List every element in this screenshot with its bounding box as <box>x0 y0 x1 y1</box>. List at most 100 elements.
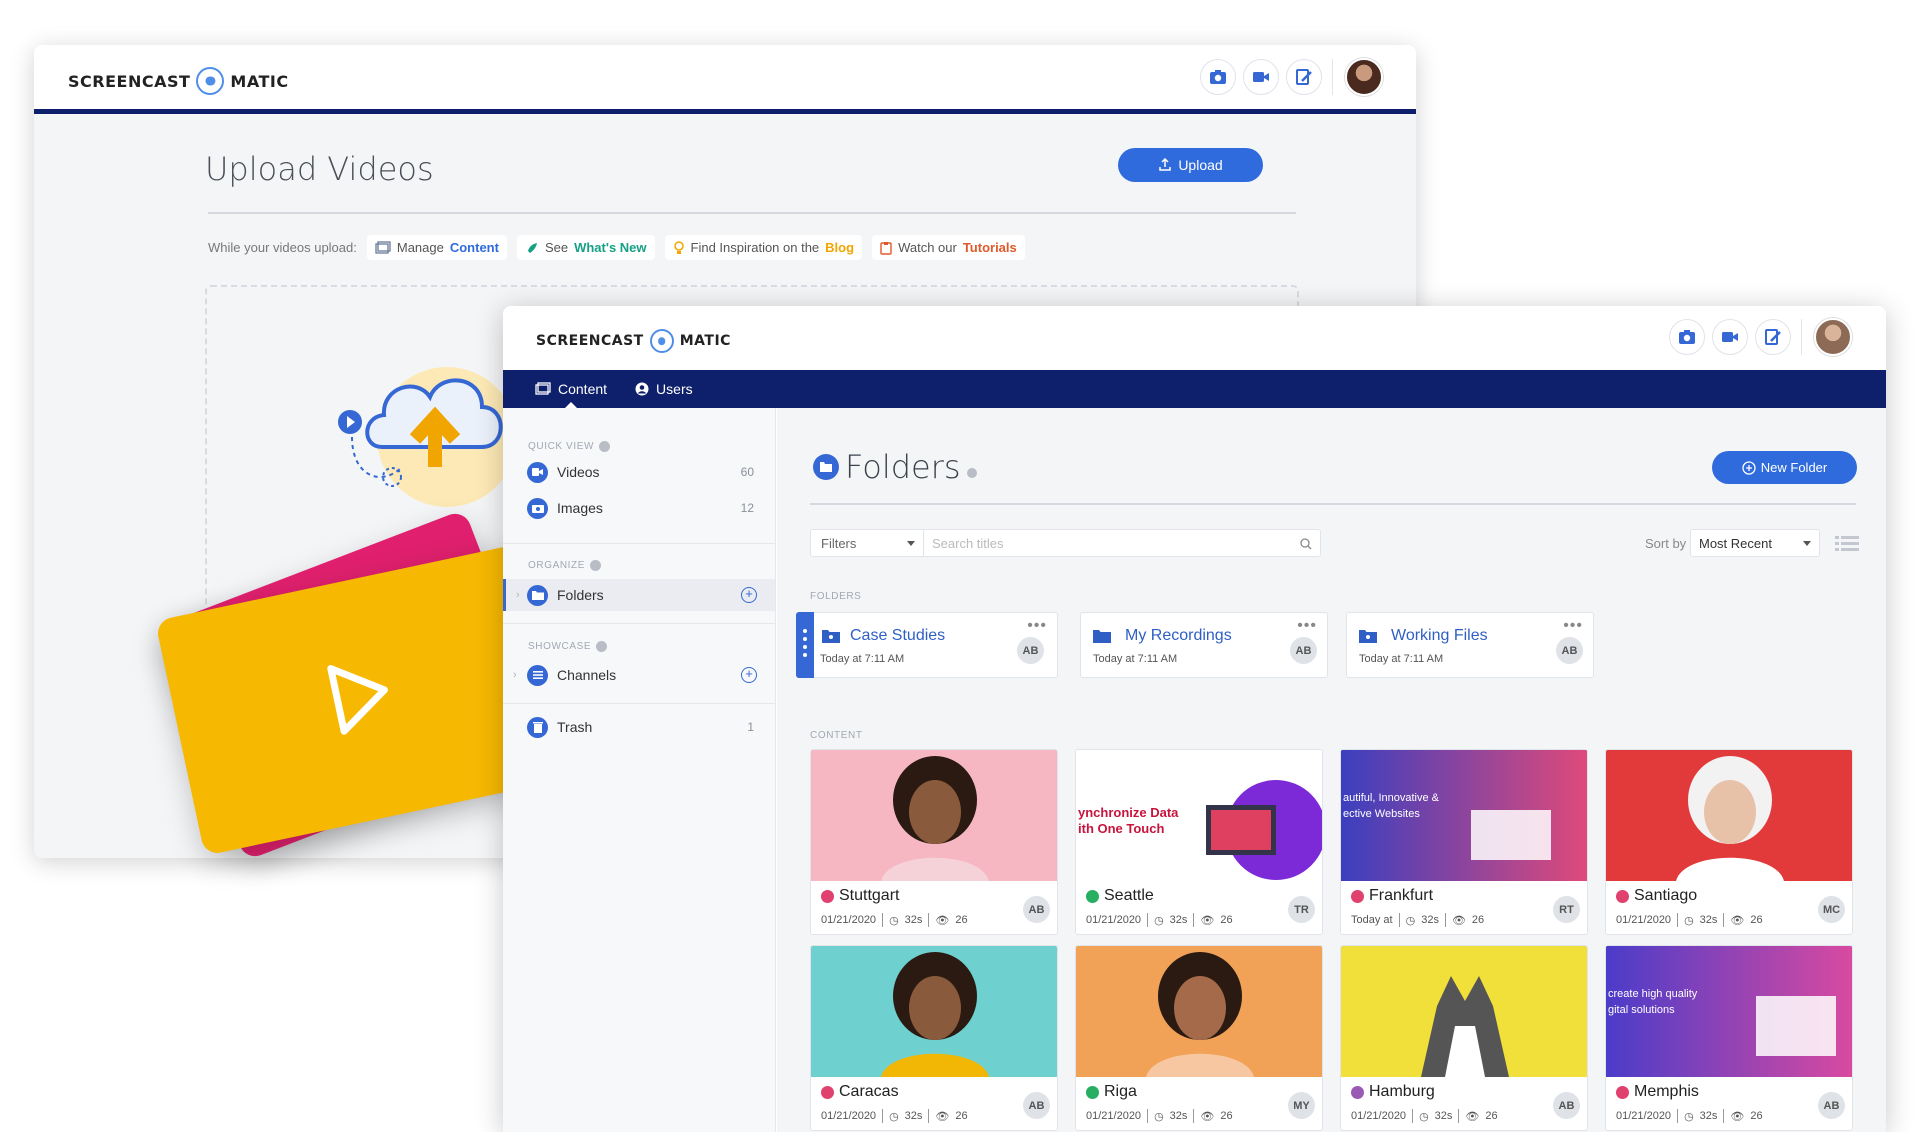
chevron-right-icon[interactable]: › <box>513 669 517 681</box>
edit-button[interactable] <box>1755 319 1791 355</box>
logo-text-right: MATIC <box>230 71 289 91</box>
media-card[interactable]: Caracas 01/21/2020 ◷ 32s 👁 26 AB <box>810 945 1058 1131</box>
list-view-icon[interactable] <box>1835 535 1859 553</box>
sidebar-divider <box>503 623 775 624</box>
heading-text: SHOWCASE <box>528 641 592 652</box>
media-duration: 32s <box>904 914 923 926</box>
sidebar-item-channels[interactable]: › Channels + <box>503 659 775 691</box>
media-title-row: Caracas <box>821 1083 899 1101</box>
tutorials-link[interactable]: Watch our Tutorials <box>872 235 1025 260</box>
info-icon[interactable] <box>590 560 602 571</box>
media-card[interactable]: Stuttgart 01/21/2020 ◷ 32s 👁 26 AB <box>810 749 1058 935</box>
filters-dropdown[interactable]: Filters <box>810 529 924 557</box>
media-thumbnail[interactable] <box>811 946 1057 1077</box>
front-logo[interactable]: SCREENCAST MATIC <box>536 329 731 353</box>
media-views: 26 <box>955 1110 968 1122</box>
topbar-divider <box>1801 319 1802 355</box>
info-icon[interactable] <box>596 641 608 652</box>
sidebar-item-label: Images <box>557 500 603 516</box>
record-button[interactable] <box>1243 59 1279 95</box>
media-card[interactable]: create high quality gital solutions Memphi… <box>1605 945 1853 1131</box>
sidebar-item-trash[interactable]: Trash 1 <box>503 711 775 743</box>
media-thumbnail[interactable]: autiful, Innovative & ective Websites <box>1341 750 1587 881</box>
blog-link[interactable]: Find Inspiration on the Blog <box>664 235 863 260</box>
user-avatar[interactable] <box>1345 58 1383 96</box>
media-views: 26 <box>1220 1110 1233 1122</box>
main-content: Folders New Folder Filters Search titles… <box>777 408 1886 1132</box>
media-title[interactable]: Stuttgart <box>839 887 899 905</box>
folder-card[interactable]: My Recordings Today at 7:11 AM ••• AB <box>1080 612 1328 678</box>
media-card[interactable]: Santiago 01/21/2020 ◷ 32s 👁 26 MC <box>1605 749 1853 935</box>
sort-dropdown[interactable]: Most Recent <box>1690 529 1820 557</box>
media-card[interactable]: autiful, Innovative & ective Websites Fran… <box>1340 749 1588 935</box>
meta-divider <box>1147 1109 1149 1123</box>
media-title-row: Frankfurt <box>1351 887 1433 905</box>
logo-dot-icon <box>196 67 225 95</box>
media-card[interactable]: ynchronize Data ith One Touch Seattle 01/21… <box>1075 749 1323 935</box>
media-title[interactable]: Seattle <box>1104 887 1154 905</box>
media-duration: 32s <box>904 1110 923 1122</box>
sidebar-heading-organize: ORGANIZE <box>528 560 602 571</box>
media-card[interactable]: Riga 01/21/2020 ◷ 32s 👁 26 MY <box>1075 945 1323 1131</box>
info-icon[interactable] <box>966 468 977 478</box>
folder-card[interactable]: Case Studies Today at 7:11 AM ••• AB <box>796 612 1058 678</box>
screenshot-button[interactable] <box>1200 59 1236 95</box>
folder-name: My Recordings <box>1125 627 1232 644</box>
media-title[interactable]: Memphis <box>1634 1083 1699 1101</box>
more-options-icon[interactable]: ••• <box>1027 617 1047 635</box>
sidebar-item-label: Folders <box>557 587 604 603</box>
info-icon[interactable] <box>599 441 611 452</box>
clock-icon: ◷ <box>1684 914 1694 927</box>
owner-badge: AB <box>1553 1092 1580 1119</box>
sidebar-item-images[interactable]: Images 12 <box>503 492 775 524</box>
folder-icon <box>813 454 839 480</box>
more-options-icon[interactable]: ••• <box>1563 617 1583 635</box>
sidebar-heading-quick-view: QUICK VIEW <box>528 441 611 452</box>
link-highlight: What's New <box>574 240 647 255</box>
search-input[interactable]: Search titles <box>924 529 1321 557</box>
video-camera-icon <box>1253 72 1269 82</box>
sidebar-item-folders[interactable]: › Folders + <box>503 579 775 611</box>
screenshot-button[interactable] <box>1669 319 1705 355</box>
media-title[interactable]: Santiago <box>1634 887 1697 905</box>
rocket-icon <box>527 242 537 253</box>
meta-divider <box>882 913 884 927</box>
upload-button[interactable]: Upload <box>1118 148 1263 182</box>
sidebar-item-label: Trash <box>557 719 593 735</box>
add-folder-icon[interactable]: + <box>741 587 757 603</box>
person-photo <box>881 952 989 1077</box>
edit-button[interactable] <box>1286 59 1322 95</box>
media-thumbnail[interactable] <box>1606 750 1852 881</box>
media-thumbnail[interactable] <box>1076 946 1322 1077</box>
media-duration: 32s <box>1699 914 1718 926</box>
media-title[interactable]: Riga <box>1104 1083 1137 1101</box>
media-title[interactable]: Hamburg <box>1369 1083 1435 1101</box>
media-title[interactable]: Frankfurt <box>1369 887 1433 905</box>
manage-content-link[interactable]: Manage Content <box>366 235 507 260</box>
back-logo[interactable]: SCREENCAST MATIC <box>68 67 289 95</box>
drag-handle[interactable] <box>796 612 814 678</box>
edit-icon <box>1765 329 1781 345</box>
search-icon[interactable] <box>1300 538 1312 550</box>
chevron-right-icon[interactable]: › <box>516 589 520 601</box>
media-thumbnail[interactable]: create high quality gital solutions <box>1606 946 1852 1077</box>
upload-tips: While your videos upload: Manage Content… <box>208 235 1025 260</box>
user-avatar[interactable] <box>1814 318 1852 356</box>
add-channel-icon[interactable]: + <box>741 667 757 683</box>
media-thumbnail[interactable]: ynchronize Data ith One Touch <box>1076 750 1322 881</box>
media-thumbnail[interactable] <box>811 750 1057 881</box>
media-meta: 01/21/2020 ◷ 32s 👁 26 <box>1086 913 1233 927</box>
folder-card[interactable]: Working Files Today at 7:11 AM ••• AB <box>1346 612 1594 678</box>
more-options-icon[interactable]: ••• <box>1297 617 1317 635</box>
new-folder-button[interactable]: New Folder <box>1712 451 1857 484</box>
media-views: 26 <box>1471 914 1485 926</box>
whats-new-link[interactable]: See What's New <box>516 235 655 260</box>
media-thumbnail[interactable] <box>1341 946 1587 1077</box>
media-duration: 32s <box>1169 914 1188 926</box>
nav-tab-users[interactable]: Users <box>635 370 693 408</box>
sidebar-item-videos[interactable]: Videos 60 <box>503 456 775 488</box>
record-button[interactable] <box>1712 319 1748 355</box>
media-card[interactable]: Hamburg 01/21/2020 ◷ 32s 👁 26 AB <box>1340 945 1588 1131</box>
media-title[interactable]: Caracas <box>839 1083 899 1101</box>
nav-tab-content[interactable]: Content <box>535 370 607 408</box>
